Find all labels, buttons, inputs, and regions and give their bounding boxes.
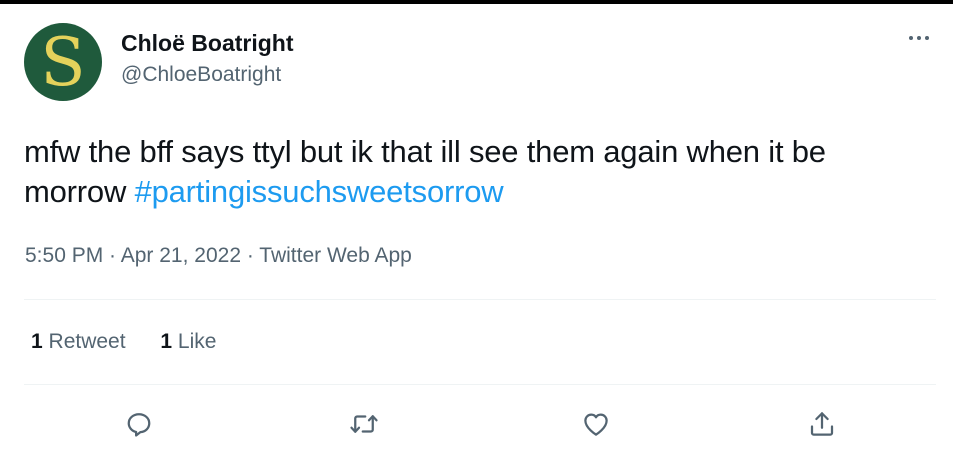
likes-stat[interactable]: 1 Like — [160, 330, 216, 354]
display-name[interactable]: Chloë Boatright — [121, 30, 294, 57]
tweet-meta: 5:50 PM · Apr 21, 2022 · Twitter Web App — [25, 244, 412, 268]
reply-button[interactable] — [119, 404, 159, 444]
more-dot-icon — [925, 36, 929, 40]
engagement-stats: 1 Retweet 1 Like — [31, 330, 245, 354]
likes-count: 1 — [160, 330, 173, 353]
tweet-text: mfw the bff says ttyl but ik that ill se… — [24, 132, 936, 212]
user-handle[interactable]: @ChloeBoatright — [121, 63, 281, 87]
hashtag-link[interactable]: #partingissuchsweetsorrow — [135, 174, 504, 209]
divider — [24, 299, 936, 300]
heart-icon — [584, 413, 608, 436]
avatar[interactable]: S — [24, 23, 102, 101]
retweets-count: 1 — [31, 330, 43, 353]
share-icon — [810, 412, 834, 436]
likes-label: Like — [172, 330, 217, 353]
more-dot-icon — [917, 36, 921, 40]
meta-separator: · — [241, 244, 260, 267]
more-dot-icon — [909, 36, 913, 40]
more-options-button[interactable] — [901, 28, 937, 48]
retweet-button[interactable] — [344, 404, 384, 444]
divider — [24, 384, 936, 385]
reply-icon — [127, 413, 151, 437]
like-button[interactable] — [576, 404, 616, 444]
top-border — [0, 0, 953, 4]
tweet-date[interactable]: Apr 21, 2022 — [121, 244, 241, 267]
action-bar — [0, 404, 953, 444]
share-button[interactable] — [802, 404, 842, 444]
meta-separator: · — [103, 244, 121, 267]
source-app-link[interactable]: Twitter Web App — [259, 244, 412, 267]
avatar-letter: S — [40, 24, 86, 101]
retweets-stat[interactable]: 1 Retweet — [31, 330, 126, 354]
retweet-icon — [350, 415, 378, 433]
tweet-time[interactable]: 5:50 PM — [25, 244, 103, 267]
retweets-label: Retweet — [42, 330, 126, 353]
